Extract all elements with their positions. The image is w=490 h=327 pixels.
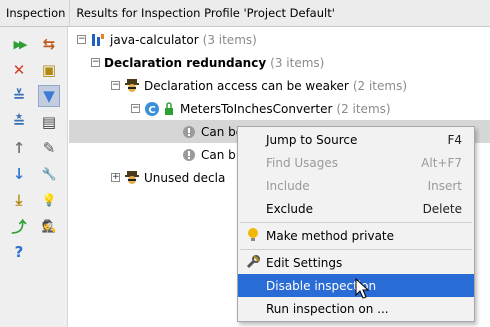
- menu-item-shortcut: Delete: [422, 201, 462, 216]
- expand-toggle[interactable]: +: [111, 173, 120, 182]
- group-count: (3 items): [270, 55, 325, 70]
- inspection-label: Declaration access can be weaker: [144, 78, 349, 93]
- warning-icon: [181, 147, 197, 163]
- rerun-icon: ▶▶: [13, 37, 28, 51]
- tree-row-group[interactable]: − Declaration redundancy (3 items): [69, 51, 490, 74]
- menu-item-label: Find Usages: [266, 155, 339, 170]
- help-button[interactable]: ?: [8, 241, 30, 263]
- menu-item-shortcut: Alt+F7: [421, 155, 462, 170]
- inspector-icon: [124, 78, 140, 94]
- inspection-header: Inspection Results for Inspection Profil…: [0, 0, 490, 27]
- menu-item-make-method-private[interactable]: Make method private: [238, 224, 474, 247]
- menu-item-label: Edit Settings: [266, 255, 343, 270]
- close-button[interactable]: ✕: [8, 59, 30, 81]
- settings-wrench-icon: 🔧: [41, 167, 57, 181]
- import-button[interactable]: ⤓: [8, 189, 30, 211]
- warning-icon: [181, 124, 197, 140]
- collapse-all-button[interactable]: ≛: [8, 111, 30, 133]
- menu-item-label: Include: [266, 178, 310, 193]
- menu-separator: [240, 222, 472, 223]
- quickfix-button[interactable]: 💡: [38, 189, 60, 211]
- menu-item-shortcut: F4: [447, 132, 462, 147]
- class-label: MetersToInchesConverter: [180, 101, 333, 116]
- menu-item-label: Jump to Source: [266, 132, 358, 147]
- previous-icon: ↑: [12, 139, 26, 157]
- collapse-toggle[interactable]: −: [77, 35, 86, 44]
- project-module-icon: [90, 32, 106, 48]
- group-by-directory-button[interactable]: ▤: [38, 111, 60, 133]
- export-results-icon: ⤴: [11, 217, 27, 236]
- export-button[interactable]: ⇆: [38, 33, 60, 55]
- filter-button[interactable]: ▼: [38, 85, 60, 107]
- menu-item-find-usages[interactable]: Find Usages Alt+F7: [238, 151, 474, 174]
- menu-item-label: Make method private: [266, 228, 395, 243]
- mouse-cursor-icon: [355, 278, 370, 299]
- class-icon: C: [144, 101, 160, 117]
- collapse-toggle[interactable]: −: [91, 58, 100, 67]
- group-by-directory-icon: ▤: [41, 113, 57, 131]
- problem-label: Can b: [201, 147, 236, 162]
- rerun-button[interactable]: ▶▶: [8, 33, 30, 55]
- close-icon: ✕: [12, 61, 26, 79]
- menu-item-label: Run inspection on ...: [266, 301, 389, 316]
- inspector-icon: 🕵: [41, 219, 57, 233]
- autoscroll-button[interactable]: ▣: [38, 59, 60, 81]
- tree-row-inspection[interactable]: − Declaration access can be weaker (2 it…: [69, 74, 490, 97]
- settings-button[interactable]: 🔧: [38, 163, 60, 185]
- menu-item-edit-settings[interactable]: Edit Settings: [238, 251, 474, 274]
- unused-label: Unused decla: [144, 170, 226, 185]
- wrench-icon: [245, 254, 261, 270]
- inspector-button[interactable]: 🕵: [38, 215, 60, 237]
- inspection-toolbar: ▶▶ ⇆ ✕ ▣ ≚ ▼ ≛ ▤ ↑ ✎ ↓ 🔧 ⤓ 💡 ⤴ 🕵 ?: [0, 27, 68, 327]
- svg-text:C: C: [148, 105, 155, 116]
- quickfix-bulb-icon: 💡: [41, 193, 57, 207]
- expand-all-icon: ≚: [12, 87, 26, 105]
- edit-settings-button[interactable]: ✎: [38, 137, 60, 159]
- menu-item-label: Exclude: [266, 201, 314, 216]
- collapse-toggle[interactable]: −: [111, 81, 120, 90]
- lock-icon: [164, 101, 174, 117]
- export-icon: ⇆: [42, 35, 56, 53]
- next-button[interactable]: ↓: [8, 163, 30, 185]
- autoscroll-icon: ▣: [41, 61, 57, 79]
- panel-title[interactable]: Inspection: [0, 0, 71, 26]
- class-count: (2 items): [336, 101, 391, 116]
- inspection-count: (2 items): [352, 78, 408, 93]
- inspector-icon: [124, 170, 140, 186]
- import-icon: ⤓: [15, 191, 23, 209]
- quickfix-bulb-icon: [245, 227, 261, 243]
- menu-separator: [240, 249, 472, 250]
- group-label: Declaration redundancy: [104, 55, 267, 70]
- collapse-all-icon: ≛: [12, 113, 26, 131]
- menu-item-jump-to-source[interactable]: Jump to Source F4: [238, 128, 474, 151]
- menu-item-shortcut: Insert: [427, 178, 462, 193]
- previous-button[interactable]: ↑: [8, 137, 30, 159]
- project-label: java-calculator: [110, 32, 199, 47]
- expand-all-button[interactable]: ≚: [8, 85, 30, 107]
- help-icon: ?: [14, 243, 24, 261]
- collapse-toggle[interactable]: −: [131, 104, 140, 113]
- export-results-button[interactable]: ⤴: [8, 215, 30, 237]
- next-icon: ↓: [12, 165, 26, 183]
- tree-row-project[interactable]: − java-calculator (3 items): [69, 28, 490, 51]
- edit-settings-icon: ✎: [42, 139, 56, 157]
- menu-item-include[interactable]: Include Insert: [238, 174, 474, 197]
- tree-row-class[interactable]: − C MetersToInchesConverter (2 items): [69, 97, 490, 120]
- menu-item-run-inspection-on[interactable]: Run inspection on ...: [238, 297, 474, 320]
- menu-item-exclude[interactable]: Exclude Delete: [238, 197, 474, 220]
- project-count: (3 items): [202, 32, 257, 47]
- filter-icon: ▼: [43, 87, 55, 105]
- results-title: Results for Inspection Profile 'Project …: [76, 6, 335, 20]
